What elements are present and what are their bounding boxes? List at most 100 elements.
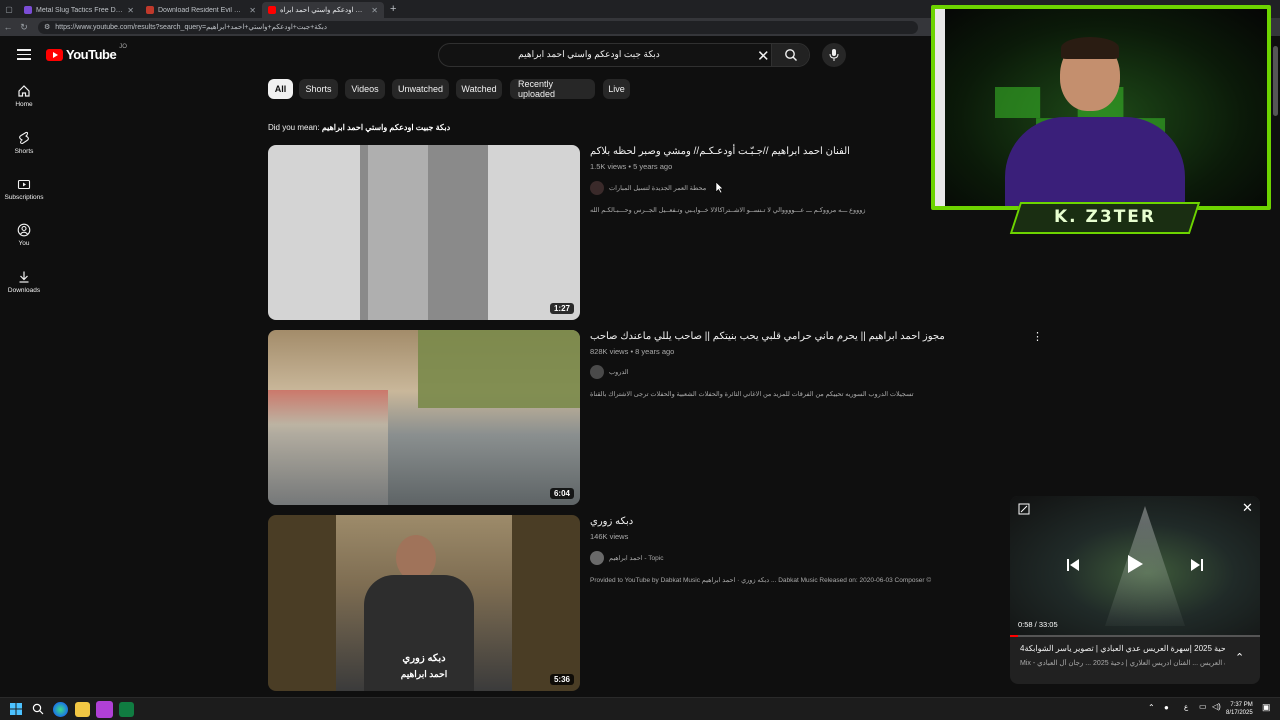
chip-unwatched[interactable]: Unwatched: [392, 79, 449, 99]
chip-recently-uploaded[interactable]: Recently uploaded: [510, 79, 595, 99]
clear-search-icon[interactable]: ✕: [757, 47, 770, 65]
webcam-edge: [935, 9, 945, 206]
volume-icon[interactable]: ◁): [1212, 702, 1221, 711]
windows-start-icon[interactable]: [10, 703, 22, 715]
edge-browser-icon[interactable]: [53, 702, 68, 717]
microphone-icon: [829, 49, 839, 61]
miniplayer-title[interactable]: 4دحية 2025 إسهرة العريس عدي العبادي | تص…: [1020, 644, 1225, 653]
tab-title: Metal Slug Tactics Free Download: [36, 6, 123, 14]
microphone-icon[interactable]: ●: [1164, 703, 1169, 712]
channel-name[interactable]: الدروب: [609, 368, 629, 376]
app-icon[interactable]: [96, 701, 113, 718]
chip-live[interactable]: Live: [603, 79, 630, 99]
video-thumbnail[interactable]: 6:04: [268, 330, 580, 505]
home-icon: [18, 85, 30, 97]
excel-icon[interactable]: [119, 702, 134, 717]
youtube-logo[interactable]: YouTube JO: [46, 44, 127, 62]
search-button[interactable]: [771, 44, 809, 66]
sidebar-item-shorts[interactable]: Shorts: [0, 131, 48, 155]
search-box[interactable]: دبكة جبت اودعكم واستي احمد ابراهيم ✕: [438, 43, 810, 67]
streamer-hair: [1061, 37, 1119, 59]
sidebar-item-subscriptions[interactable]: Subscriptions: [0, 177, 48, 201]
new-tab-button[interactable]: +: [390, 3, 396, 15]
did-you-mean: Did you mean: دبكة جبيت اودعكم واستي احم…: [268, 123, 450, 132]
sidebar-item-downloads[interactable]: Downloads: [0, 270, 48, 294]
avatar[interactable]: [590, 365, 604, 379]
menu-icon[interactable]: [17, 49, 31, 60]
video-title[interactable]: الفنان احمد ابراهيم //جـبّـت أودعـكـم// …: [590, 146, 850, 157]
close-tab-icon[interactable]: ✕: [371, 6, 378, 15]
browser-tab-3[interactable]: دبكة جبت اودعكم واستي احمد ابراه ✕: [262, 2, 384, 18]
notification-icon[interactable]: ▣: [1262, 702, 1271, 713]
next-icon[interactable]: [1190, 558, 1204, 572]
chip-watched[interactable]: Watched: [456, 79, 502, 99]
sidebar-item-home[interactable]: Home: [0, 84, 48, 108]
chevron-up-icon[interactable]: ⌃: [1148, 703, 1155, 712]
tab-title: دبكة جبت اودعكم واستي احمد ابراه: [280, 7, 367, 14]
voice-search-button[interactable]: [822, 43, 846, 67]
search-icon: [785, 49, 797, 61]
reload-icon[interactable]: ↻: [16, 22, 32, 33]
video-description: تسجيلات الدروب السوريه تحييكم من الفرقات…: [590, 391, 914, 398]
mouse-cursor-icon: [715, 181, 724, 194]
sidebar-item-you[interactable]: You: [0, 223, 48, 247]
thumbnail-caption: دبكه زوري: [402, 653, 446, 664]
chip-all[interactable]: All: [268, 79, 293, 99]
close-tab-icon[interactable]: ✕: [127, 6, 134, 15]
channel-row[interactable]: محطة العمر الجديدة لتسيل المبارات: [590, 181, 706, 195]
close-tab-icon[interactable]: ✕: [249, 6, 256, 15]
avatar[interactable]: [590, 551, 604, 565]
favicon-icon: [268, 6, 276, 14]
upload-age: 8 years ago: [635, 347, 675, 356]
chevron-up-icon[interactable]: ⌃: [1235, 651, 1244, 664]
shorts-icon: [19, 131, 29, 145]
miniplayer[interactable]: ✕ 0:58 / 33:05 4دحية 2025 إسهرة العريس ع…: [1010, 496, 1260, 684]
expand-icon[interactable]: [1018, 503, 1030, 515]
video-title[interactable]: دبكه زوري: [590, 516, 633, 527]
progress-fill: [1010, 635, 1018, 637]
network-icon[interactable]: ▭: [1199, 702, 1207, 711]
logo-text: YouTube: [66, 47, 117, 62]
previous-icon[interactable]: [1066, 558, 1080, 572]
play-icon[interactable]: [1126, 554, 1144, 574]
you-icon: [17, 223, 31, 237]
video-meta: 1.5K views • 5 years ago: [590, 162, 673, 171]
more-actions-icon[interactable]: ⋮: [1032, 330, 1043, 343]
close-icon[interactable]: ✕: [1242, 500, 1253, 516]
file-explorer-icon[interactable]: [75, 702, 90, 717]
page-scrollbar[interactable]: [1271, 36, 1280, 697]
sidebar-item-label: You: [18, 240, 30, 247]
taskbar-clock[interactable]: 7:37 PM 8/17/2025: [1226, 701, 1253, 717]
language-indicator[interactable]: ع: [1184, 703, 1188, 711]
video-title[interactable]: مجوز احمد ابراهيم || يحرم ماني حرامي قلب…: [590, 331, 945, 342]
chip-videos[interactable]: Videos: [345, 79, 385, 99]
site-info-icon[interactable]: ⚙: [44, 23, 50, 31]
channel-name[interactable]: محطة العمر الجديدة لتسيل المبارات: [609, 184, 706, 192]
view-count: 828K views: [590, 347, 629, 356]
video-description: Provided to YouTube by Dabkat Music دبكه…: [590, 577, 932, 584]
chip-shorts[interactable]: Shorts: [299, 79, 338, 99]
youtube-play-icon: [46, 48, 63, 61]
channel-row[interactable]: الدروب: [590, 365, 629, 379]
browser-tab-2[interactable]: Download Resident Evil Village Tl ✕: [140, 2, 262, 18]
upload-age: 5 years ago: [633, 162, 673, 171]
progress-bar[interactable]: [1010, 635, 1260, 637]
search-input[interactable]: دبكة جبت اودعكم واستي احمد ابراهيم: [439, 49, 739, 60]
channel-name[interactable]: احمد ابراهيم - Topic: [609, 554, 663, 562]
did-you-mean-link[interactable]: دبكة جبيت اودعكم واستي احمد ابراهيم: [322, 123, 450, 132]
view-count: 146K views: [590, 532, 629, 541]
url-field[interactable]: ⚙ https://www.youtube.com/results?search…: [38, 20, 918, 34]
scrollbar-thumb[interactable]: [1273, 46, 1278, 116]
video-thumbnail[interactable]: دبكه زوري احمد ابراهيم 5:36: [268, 515, 580, 691]
back-icon[interactable]: ←: [0, 22, 16, 32]
video-thumbnail[interactable]: 1:27: [268, 145, 580, 320]
tab-actions-icon[interactable]: ▢: [0, 5, 18, 14]
country-code: JO: [119, 44, 127, 50]
sidebar-item-label: Home: [15, 101, 33, 108]
avatar[interactable]: [590, 181, 604, 195]
search-icon[interactable]: [32, 703, 44, 715]
video-duration: 5:36: [549, 674, 574, 685]
channel-row[interactable]: احمد ابراهيم - Topic: [590, 551, 663, 565]
video-meta: 146K views: [590, 532, 628, 541]
browser-tab-1[interactable]: Metal Slug Tactics Free Download ✕: [18, 2, 140, 18]
